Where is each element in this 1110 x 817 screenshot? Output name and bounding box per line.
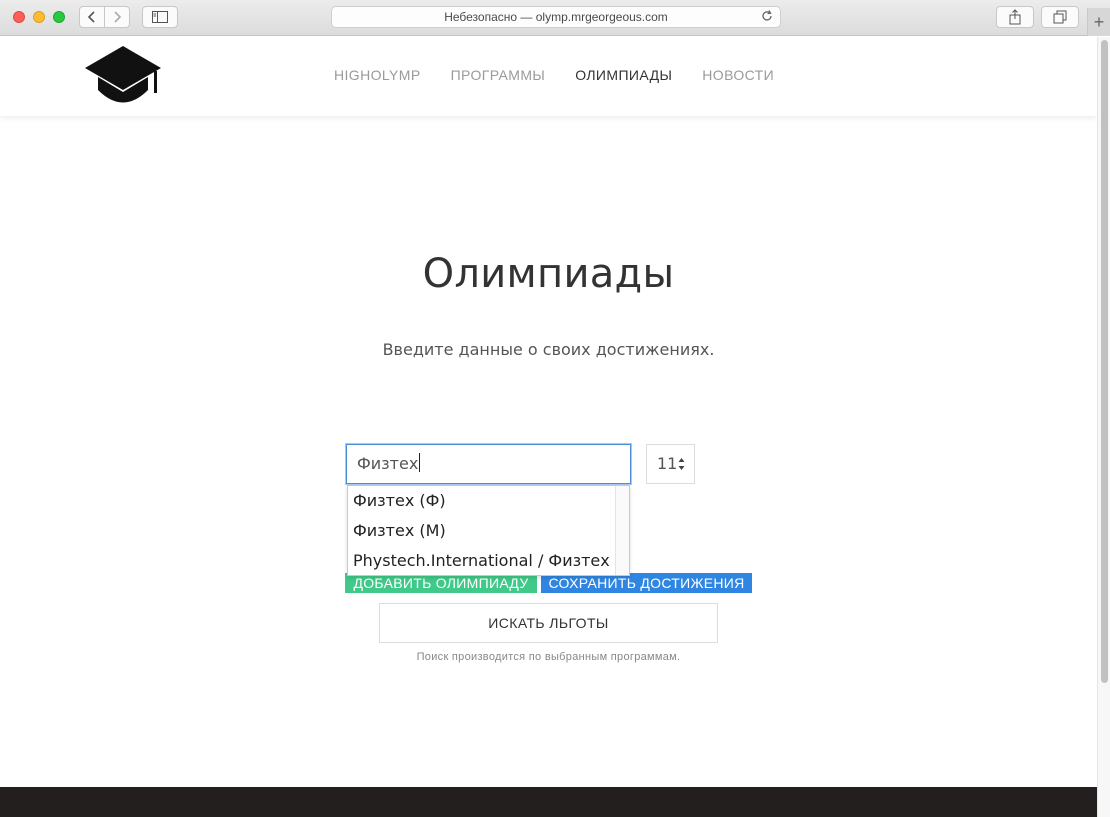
text-caret (419, 453, 421, 472)
show-tabs-button[interactable] (1041, 6, 1079, 28)
chevron-right-icon (114, 11, 122, 23)
share-button[interactable] (996, 6, 1034, 28)
tabs-icon (1053, 10, 1067, 24)
zoom-window-button[interactable] (53, 11, 65, 23)
graduation-cap-icon[interactable] (84, 45, 162, 107)
forward-button[interactable] (104, 6, 130, 28)
page-subtitle: Введите данные о своих достижениях. (382, 340, 715, 359)
main-nav: HIGHOLYMP ПРОГРАММЫ ОЛИМПИАДЫ НОВОСТИ (334, 67, 774, 83)
nav-item-news[interactable]: НОВОСТИ (702, 67, 774, 83)
nav-item-programs[interactable]: ПРОГРАММЫ (451, 67, 546, 83)
back-button[interactable] (79, 6, 105, 28)
suggestion-item[interactable]: Phystech.International / Физтех (348, 546, 629, 575)
sidebar-icon (152, 11, 168, 23)
web-page: HIGHOLYMP ПРОГРАММЫ ОЛИМПИАДЫ НОВОСТИ Ол… (0, 37, 1097, 817)
browser-toolbar: Небезопасно — olymp.mrgeorgeous.com + (0, 0, 1110, 36)
minimize-window-button[interactable] (33, 11, 45, 23)
add-olympiad-button[interactable]: ДОБАВИТЬ ОЛИМПИАДУ (345, 573, 537, 593)
search-hint: Поиск производится по выбранным программ… (416, 651, 681, 663)
close-window-button[interactable] (13, 11, 25, 23)
reload-icon[interactable] (760, 9, 774, 23)
suggestion-item[interactable]: Физтех (М) (348, 516, 629, 546)
address-text: Небезопасно — olymp.mrgeorgeous.com (444, 10, 668, 24)
page-title: Олимпиады (422, 251, 675, 297)
autocomplete-dropdown: Физтех (Ф) Физтех (М) Phystech.Internati… (347, 485, 630, 576)
chevron-left-icon (87, 11, 95, 23)
suggestion-item[interactable]: Физтех (Ф) (348, 486, 629, 516)
dropdown-scrollbar[interactable] (615, 486, 629, 575)
nav-item-higholymp[interactable]: HIGHOLYMP (334, 67, 421, 83)
page-scrollbar-thumb[interactable] (1101, 40, 1108, 683)
nav-item-olympiads[interactable]: ОЛИМПИАДЫ (575, 67, 672, 83)
site-footer (0, 787, 1097, 817)
select-arrows-icon (678, 458, 685, 470)
grade-select[interactable]: 11 (646, 444, 695, 484)
olympiad-input-value: Физтех (357, 454, 419, 473)
olympiad-search-input[interactable]: Физтех (345, 443, 632, 485)
search-benefits-button[interactable]: ИСКАТЬ ЛЬГОТЫ (379, 603, 718, 643)
share-icon (1009, 9, 1021, 25)
save-achievements-button[interactable]: СОХРАНИТЬ ДОСТИЖЕНИЯ (541, 573, 752, 593)
grade-value: 11 (657, 454, 678, 473)
sidebar-toggle-button[interactable] (142, 6, 178, 28)
new-tab-button[interactable]: + (1087, 8, 1110, 36)
address-bar[interactable]: Небезопасно — olymp.mrgeorgeous.com (331, 6, 781, 28)
site-header: HIGHOLYMP ПРОГРАММЫ ОЛИМПИАДЫ НОВОСТИ (0, 37, 1097, 116)
